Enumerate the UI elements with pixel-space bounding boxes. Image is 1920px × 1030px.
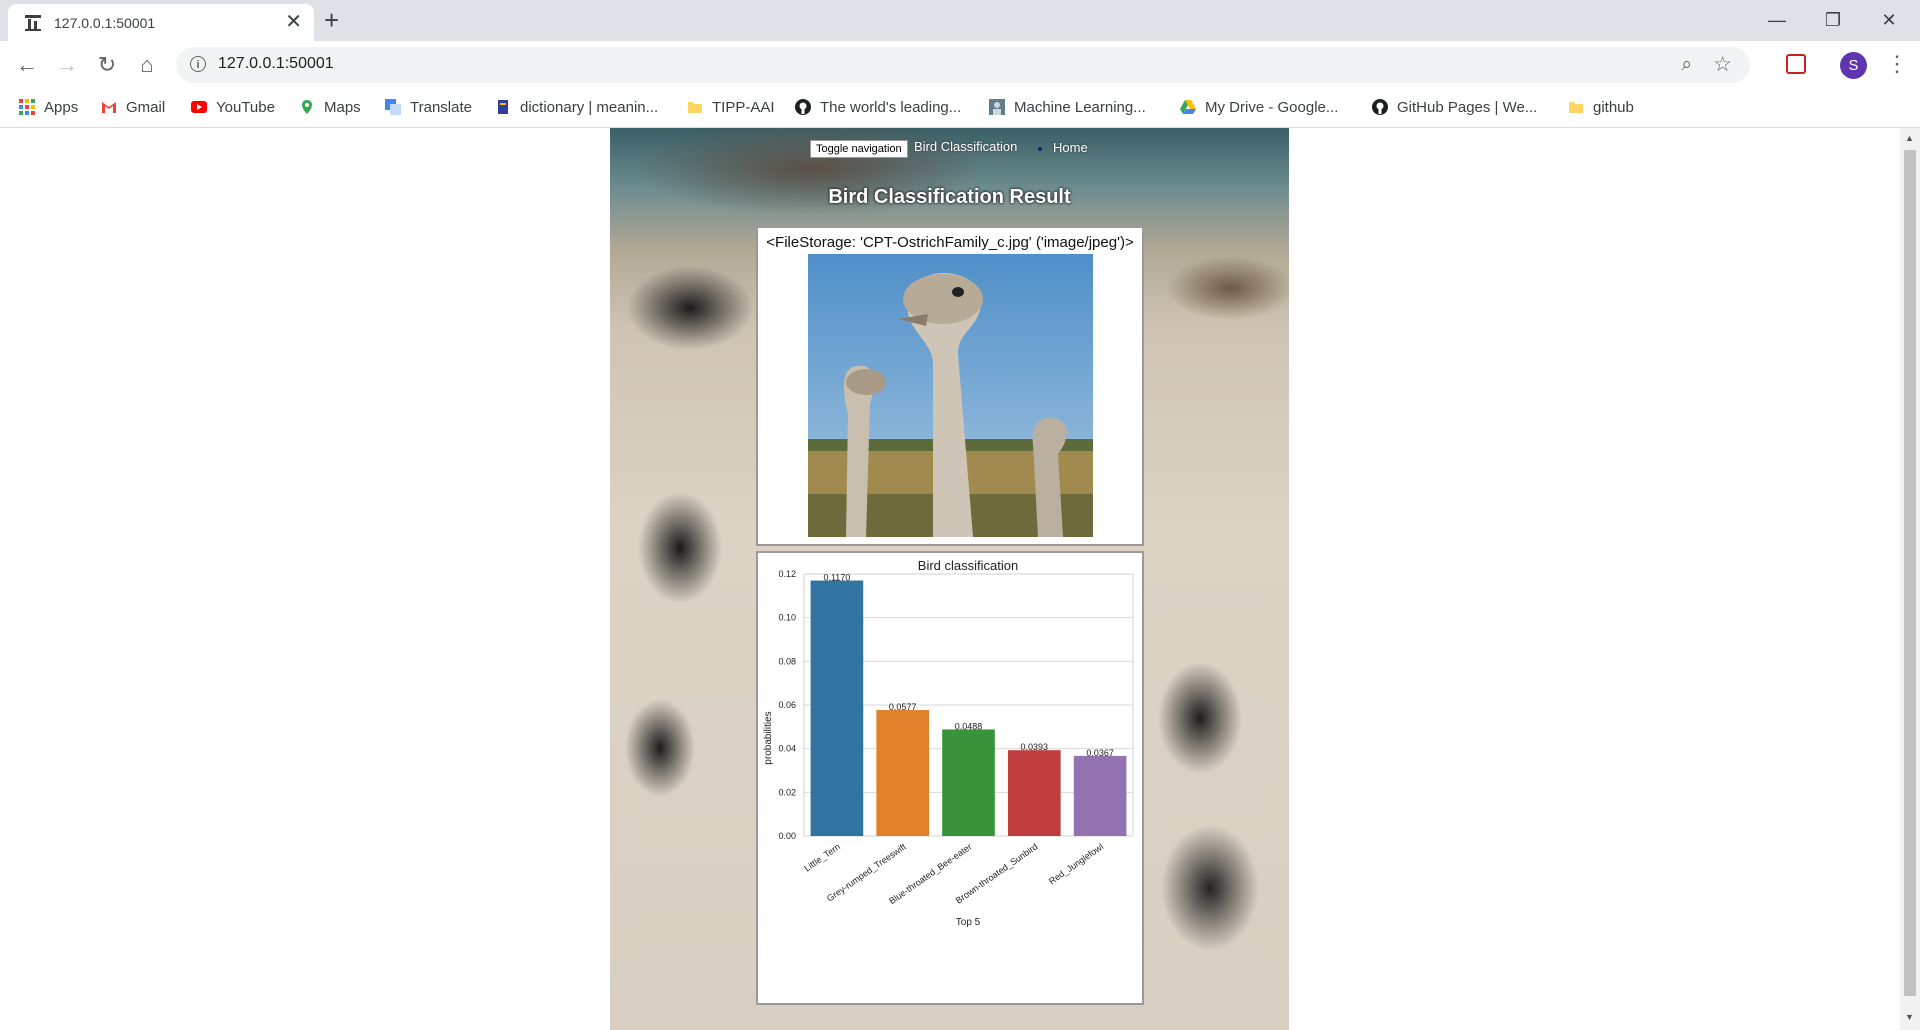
bookmark-label: The world's leading... bbox=[820, 99, 962, 116]
bar-value-label: 0.0577 bbox=[889, 702, 917, 712]
bookmark-youtube[interactable]: YouTube bbox=[191, 97, 275, 119]
uploaded-image-card: <FileStorage: 'CPT-OstrichFamily_c.jpg' … bbox=[756, 226, 1144, 546]
nav-home-link[interactable]: Home bbox=[1053, 140, 1088, 155]
chart-x-axis-label: Top 5 bbox=[956, 917, 981, 928]
restore-icon[interactable]: ❐ bbox=[1810, 5, 1856, 35]
bookmark-label: TIPP-AAI bbox=[712, 99, 775, 116]
y-tick-label: 0.12 bbox=[778, 569, 796, 579]
page-container: Toggle navigation Bird Classification Ho… bbox=[610, 128, 1289, 1030]
bar-red-junglefowl bbox=[1073, 755, 1127, 836]
bar-blue-throated-bee-eater bbox=[942, 729, 995, 836]
bookmark-label: YouTube bbox=[216, 99, 275, 116]
y-tick-label: 0.02 bbox=[778, 787, 796, 797]
folder-icon bbox=[1569, 102, 1583, 113]
toggle-navigation-button[interactable]: Toggle navigation bbox=[810, 140, 908, 158]
forward-icon[interactable]: → bbox=[54, 52, 80, 78]
y-tick-label: 0.04 bbox=[778, 744, 796, 754]
site-navbar: Toggle navigation Bird Classification Ho… bbox=[610, 138, 1289, 160]
address-url[interactable]: 127.0.0.1:50001 bbox=[218, 55, 334, 73]
y-tick-label: 0.06 bbox=[778, 700, 796, 710]
address-bar[interactable]: i 127.0.0.1:50001 ⌕ ☆ bbox=[176, 47, 1750, 83]
bookmark-label: Apps bbox=[44, 99, 79, 116]
chart-title: Bird classification bbox=[918, 558, 1018, 573]
apps-grid-icon bbox=[19, 99, 35, 115]
bookmark-tipp-aai[interactable]: TIPP-AAI bbox=[687, 97, 775, 119]
machine-learning-icon bbox=[989, 99, 1005, 115]
bookmark-machine-learning[interactable]: Machine Learning... bbox=[989, 97, 1146, 119]
gmail-icon bbox=[102, 102, 116, 113]
close-tab-icon[interactable]: ✕ bbox=[285, 11, 302, 33]
profile-avatar[interactable]: S bbox=[1840, 52, 1867, 79]
youtube-icon bbox=[191, 101, 207, 113]
browser-tab[interactable]: 127.0.0.1:50001 ✕ bbox=[8, 4, 314, 41]
bookmark-github-folder[interactable]: github bbox=[1568, 97, 1634, 119]
x-tick-label: Little_Tern bbox=[802, 841, 842, 873]
bar-value-label: 0.1170 bbox=[823, 573, 850, 583]
home-icon[interactable]: ⌂ bbox=[134, 52, 160, 78]
y-tick-label: 0.00 bbox=[778, 831, 796, 841]
bookmark-apps[interactable]: Apps bbox=[19, 97, 78, 119]
bookmark-label: Machine Learning... bbox=[1014, 99, 1146, 116]
bookmark-maps[interactable]: Maps bbox=[299, 97, 361, 119]
zoom-icon[interactable]: ⌕ bbox=[1681, 54, 1692, 76]
bar-grey-rumped-treeswift bbox=[876, 710, 930, 836]
bookmark-github-world[interactable]: The world's leading... bbox=[795, 97, 961, 119]
github-icon bbox=[795, 99, 811, 115]
bullet-icon bbox=[1038, 147, 1042, 151]
close-window-icon[interactable]: ✕ bbox=[1866, 5, 1912, 35]
new-tab-icon[interactable]: + bbox=[324, 6, 339, 34]
x-tick-label: Red_Junglefowl bbox=[1047, 841, 1105, 886]
pocket-extension-icon[interactable] bbox=[1786, 54, 1806, 74]
bar-little-tern bbox=[810, 580, 864, 836]
minimize-icon[interactable]: — bbox=[1754, 5, 1800, 35]
bookmark-github-pages[interactable]: GitHub Pages | We... bbox=[1372, 97, 1537, 119]
page-viewport: Toggle navigation Bird Classification Ho… bbox=[0, 128, 1900, 1030]
bookmark-my-drive[interactable]: My Drive - Google... bbox=[1180, 97, 1338, 119]
y-tick-label: 0.08 bbox=[778, 656, 796, 666]
bar-brown-throated-sunbird bbox=[1007, 750, 1061, 836]
bookmark-label: Translate bbox=[410, 99, 472, 116]
scroll-thumb[interactable] bbox=[1904, 150, 1916, 996]
bar-value-label: 0.0393 bbox=[1021, 742, 1049, 752]
bookmarks-bar: Apps Gmail YouTube Maps Translate dictio… bbox=[0, 89, 1920, 128]
maps-pin-icon bbox=[302, 100, 312, 114]
page-title: Bird Classification Result bbox=[828, 186, 1071, 208]
google-drive-icon bbox=[1180, 100, 1196, 114]
page-scrollbar[interactable]: ▲ ▼ bbox=[1900, 128, 1920, 1030]
navbar-brand-link[interactable]: Bird Classification bbox=[914, 139, 1017, 154]
github-icon bbox=[1372, 99, 1388, 115]
ostrich-photo bbox=[808, 254, 1093, 537]
chart-y-axis-label: probabilities bbox=[763, 711, 774, 764]
bookmark-dictionary[interactable]: dictionary | meanin... bbox=[495, 97, 658, 119]
bookmark-label: github bbox=[1593, 99, 1634, 116]
browser-menu-icon[interactable]: ⋮ bbox=[1886, 51, 1908, 77]
tab-title: 127.0.0.1:50001 bbox=[54, 15, 156, 31]
browser-toolbar: ← → ↻ ⌂ i 127.0.0.1:50001 ⌕ ☆ S ⋮ bbox=[0, 41, 1920, 89]
jupyter-favicon-icon bbox=[25, 15, 41, 31]
bookmark-label: My Drive - Google... bbox=[1205, 99, 1339, 116]
tab-strip: 127.0.0.1:50001 ✕ + — ❐ ✕ bbox=[0, 0, 1920, 41]
bookmark-star-icon[interactable]: ☆ bbox=[1713, 52, 1732, 77]
bar-value-label: 0.0367 bbox=[1086, 748, 1114, 758]
scroll-up-icon[interactable]: ▲ bbox=[1905, 133, 1914, 143]
bookmark-label: Gmail bbox=[126, 99, 166, 116]
back-icon[interactable]: ← bbox=[14, 52, 40, 78]
site-info-icon[interactable]: i bbox=[190, 56, 206, 72]
file-caption: <FileStorage: 'CPT-OstrichFamily_c.jpg' … bbox=[766, 234, 1134, 251]
bookmark-label: Maps bbox=[324, 99, 361, 116]
reload-icon[interactable]: ↻ bbox=[94, 52, 120, 78]
bookmark-gmail[interactable]: Gmail bbox=[101, 97, 165, 119]
bar-chart: 0.00 0.02 0.04 0.06 0.08 0.10 0.12 0.1170 Little… bbox=[763, 558, 1134, 928]
scroll-down-icon[interactable]: ▼ bbox=[1905, 1012, 1914, 1022]
translate-icon bbox=[385, 99, 401, 115]
chart-card: 0.00 0.02 0.04 0.06 0.08 0.10 0.12 0.1170 Little… bbox=[756, 551, 1144, 1005]
dictionary-icon bbox=[498, 100, 508, 114]
bar-value-label: 0.0488 bbox=[955, 721, 983, 731]
bookmark-label: dictionary | meanin... bbox=[520, 99, 659, 116]
folder-icon bbox=[688, 102, 702, 113]
y-tick-label: 0.10 bbox=[778, 613, 796, 623]
bookmark-label: GitHub Pages | We... bbox=[1397, 99, 1538, 116]
bookmark-translate[interactable]: Translate bbox=[385, 97, 472, 119]
